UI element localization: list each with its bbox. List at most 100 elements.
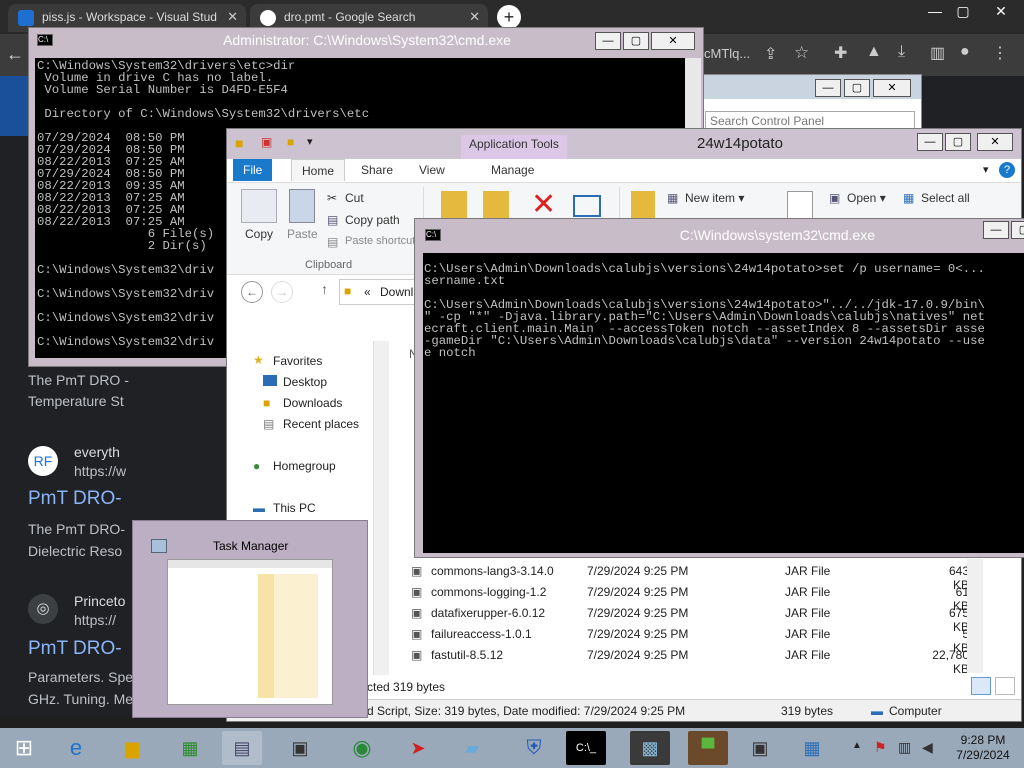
maximize-button[interactable]: ▢: [946, 0, 980, 22]
result-title-link[interactable]: PmT DRO-: [28, 488, 122, 510]
new-folder-icon[interactable]: ■: [287, 135, 294, 149]
minimize-button[interactable]: —: [595, 32, 621, 50]
close-button[interactable]: ✕: [984, 0, 1018, 22]
nav-desktop[interactable]: Desktop: [283, 375, 327, 389]
maximize-button[interactable]: ▢: [945, 133, 971, 151]
extensions-icon[interactable]: ✚: [834, 43, 847, 63]
paste-shortcut-button[interactable]: Paste shortcut: [345, 235, 415, 247]
chevron-down-icon[interactable]: ▾: [983, 163, 989, 176]
minecraft-launcher-icon[interactable]: ▩: [630, 731, 670, 765]
menu-icon[interactable]: ⋮: [992, 43, 1008, 63]
lab-flask-icon[interactable]: ▲: [866, 43, 882, 61]
close-button[interactable]: ✕: [977, 133, 1013, 151]
download-icon[interactable]: ⤓: [898, 43, 905, 61]
tab-manage[interactable]: Manage: [481, 159, 544, 181]
cut-button[interactable]: Cut: [345, 191, 364, 205]
cmd-console[interactable]: C:\Users\Admin\Downloads\calubjs\version…: [423, 253, 1024, 553]
breadcrumb[interactable]: Downl: [380, 285, 413, 299]
task-manager-thumbnail[interactable]: Task Manager: [132, 520, 368, 718]
forward-icon[interactable]: →: [271, 281, 293, 303]
help-icon[interactable]: ?: [999, 162, 1015, 178]
maximize-button[interactable]: ▢: [623, 32, 649, 50]
nav-recent-places[interactable]: Recent places: [283, 417, 359, 431]
profile-icon[interactable]: ●: [960, 43, 970, 61]
properties-icon[interactable]: [787, 191, 813, 221]
defender-shield-icon[interactable]: ⛨: [514, 731, 554, 765]
maximize-button[interactable]: ▢: [1011, 221, 1024, 239]
sidebar-icon[interactable]: ▥: [930, 43, 945, 63]
tab-file[interactable]: File: [233, 159, 273, 181]
app-window-icon[interactable]: ▣: [280, 731, 320, 765]
file-scrollbar[interactable]: [967, 559, 983, 673]
paste-button[interactable]: Paste: [287, 227, 318, 241]
search-control-panel-input[interactable]: Search Control Panel: [705, 111, 915, 129]
table-row[interactable]: ▣ commons-logging-1.2 7/29/2024 9:25 PM JAR…: [407, 582, 1017, 613]
delete-icon[interactable]: ✕: [531, 187, 556, 222]
large-icons-view-icon[interactable]: [995, 677, 1015, 695]
rename-icon[interactable]: [573, 195, 601, 217]
nav-downloads[interactable]: Downloads: [283, 396, 342, 410]
up-icon[interactable]: ↑: [321, 281, 328, 297]
file-type: JAR File: [785, 564, 831, 578]
network-icon[interactable]: ▥: [898, 739, 911, 756]
share-icon[interactable]: ⇪: [764, 44, 777, 64]
details-view-icon[interactable]: [971, 677, 991, 695]
clock[interactable]: 9:28 PM 7/29/2024: [948, 733, 1018, 763]
cmd-window[interactable]: C:\ C:\Windows\system32\cmd.exe — ▢ C:\U…: [414, 218, 1024, 558]
action-center-icon[interactable]: ⚑: [874, 739, 887, 756]
table-row[interactable]: ▣ failureaccess-1.0.1 7/29/2024 9:25 PM JAR…: [407, 624, 1017, 655]
new-item-button[interactable]: New item ▾: [685, 191, 744, 205]
breadcrumb-overflow[interactable]: «: [364, 285, 371, 299]
cmd-taskbar-icon[interactable]: C:\_: [566, 731, 606, 765]
minimize-button[interactable]: —: [815, 79, 841, 97]
chrome-icon[interactable]: ◉: [342, 731, 382, 765]
tab-home[interactable]: Home: [291, 159, 346, 181]
back-icon[interactable]: ←: [241, 281, 263, 303]
result-site[interactable]: Princeto https://: [74, 592, 125, 630]
copy-path-button[interactable]: Copy path: [345, 213, 400, 227]
volume-muted-icon[interactable]: ◀: [922, 739, 933, 756]
table-row[interactable]: ▣ fastutil-8.5.12 7/29/2024 9:25 PM JAR Fil…: [407, 645, 1017, 673]
chevron-down-icon[interactable]: ▾: [307, 135, 313, 148]
tray-overflow-icon[interactable]: ▲: [852, 740, 862, 751]
table-row[interactable]: ▣ commons-lang3-3.14.0 7/29/2024 9:25 PM JA…: [407, 561, 1017, 592]
task-manager-icon[interactable]: ▤: [222, 731, 262, 765]
nav-this-pc[interactable]: This PC: [273, 501, 316, 515]
file-explorer-icon[interactable]: ▆: [112, 731, 152, 765]
send-arrow-icon[interactable]: ➤: [398, 731, 438, 765]
ribbon-tabs: File Home Share View Manage ▾ ?: [227, 159, 1021, 183]
back-icon[interactable]: ←: [6, 44, 24, 65]
control-panel-window[interactable]: — ▢ ✕ Search Control Panel: [700, 74, 922, 130]
context-tab-application-tools[interactable]: Application Tools: [461, 135, 567, 159]
notepad-icon[interactable]: ▰: [452, 731, 492, 765]
nav-scrollbar[interactable]: [373, 341, 389, 675]
bookmark-star-icon[interactable]: ☆: [794, 43, 809, 63]
open-button[interactable]: Open ▾: [847, 191, 886, 205]
minimize-button[interactable]: —: [983, 221, 1009, 239]
tab-view[interactable]: View: [409, 159, 455, 181]
close-button[interactable]: ✕: [873, 79, 911, 97]
windows-start-icon[interactable]: ⊞: [4, 731, 44, 765]
minecraft-grass-icon[interactable]: ▀: [688, 731, 728, 765]
new-tab-button[interactable]: +: [497, 5, 521, 29]
nav-favorites[interactable]: Favorites: [273, 354, 322, 368]
address-bar[interactable]: ■ « Downl: [339, 279, 419, 305]
internet-explorer-icon[interactable]: e: [56, 731, 96, 765]
result-title-link[interactable]: PmT DRO-: [28, 638, 122, 660]
document-window-icon[interactable]: ▣: [740, 731, 780, 765]
select-all-button[interactable]: Select all: [921, 191, 970, 205]
store-icon[interactable]: ▦: [170, 731, 210, 765]
network-settings-icon[interactable]: ▦: [792, 731, 832, 765]
result-site[interactable]: everyth https://w: [74, 443, 126, 481]
close-icon[interactable]: ✕: [469, 9, 480, 25]
maximize-button[interactable]: ▢: [844, 79, 870, 97]
copy-button[interactable]: Copy: [245, 227, 273, 241]
tab-share[interactable]: Share: [351, 159, 403, 181]
minimize-button[interactable]: —: [917, 133, 943, 151]
close-icon[interactable]: ✕: [227, 9, 238, 25]
table-row[interactable]: ▣ datafixerupper-6.0.12 7/29/2024 9:25 PM J…: [407, 603, 1017, 634]
address-fragment[interactable]: cMTlq...: [704, 46, 750, 61]
close-button[interactable]: ✕: [651, 32, 695, 50]
quick-access-icon[interactable]: ▣: [261, 135, 272, 149]
nav-homegroup[interactable]: Homegroup: [273, 459, 336, 473]
